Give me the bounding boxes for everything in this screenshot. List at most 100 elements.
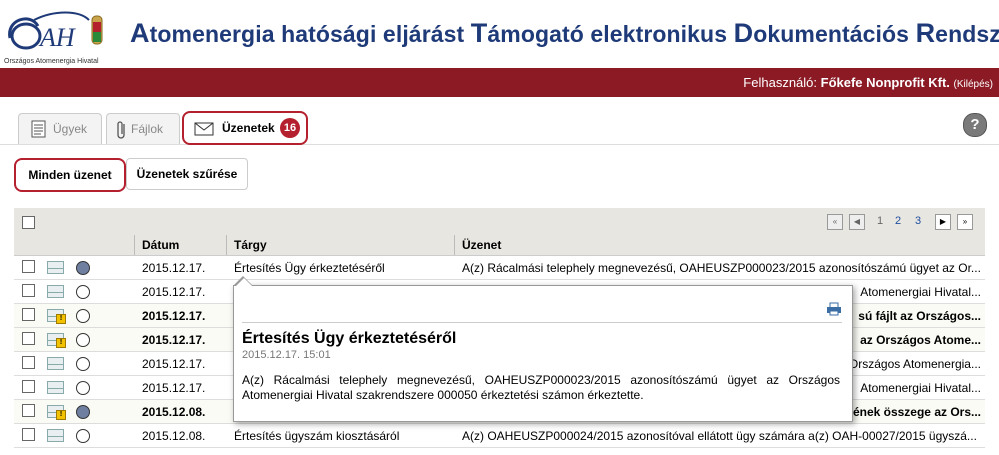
- status-dot-icon[interactable]: [76, 381, 90, 395]
- envelope-warning-icon: !: [47, 333, 66, 348]
- envelope-icon: [47, 429, 64, 442]
- table-header: Dátum Tárgy Üzenet: [14, 235, 985, 256]
- row-subject: Értesítés ügyszám kiosztásáról: [234, 429, 400, 443]
- envelope-flap: [48, 358, 63, 365]
- popup-arrow-inner: [235, 278, 253, 287]
- status-dot-icon[interactable]: [76, 309, 90, 323]
- row-date: 2015.12.17.: [142, 261, 206, 275]
- user-name: Főkefe Nonprofit Kft.: [820, 75, 950, 90]
- col-sep: [226, 235, 227, 255]
- envelope-icon: [47, 381, 64, 394]
- warning-icon: !: [56, 338, 66, 348]
- filter-messages-label: Üzenetek szűrése: [136, 167, 238, 181]
- row-message: A(z) Rácalmási telephely megnevezésű, OA…: [462, 261, 981, 275]
- help-button[interactable]: ?: [963, 113, 987, 137]
- warning-icon: !: [56, 410, 66, 420]
- logo-subtitle: Országos Atomenergia Hivatal: [4, 58, 99, 65]
- row-checkbox[interactable]: [22, 308, 35, 321]
- row-checkbox[interactable]: [22, 332, 35, 345]
- svg-text:AH: AH: [38, 23, 76, 52]
- status-dot-icon[interactable]: [76, 429, 90, 443]
- row-date: 2015.12.08.: [142, 429, 206, 443]
- app-title: Atomenergia hatósági eljárást Támogató e…: [130, 18, 999, 49]
- message-preview-popup: Értesítés Ügy érkeztetéséről 2015.12.17.…: [233, 276, 853, 422]
- col-sep: [134, 235, 135, 255]
- envelope-icon: [47, 261, 64, 274]
- app-header: AH Országos Atomenergia Hivatal Atomener…: [0, 0, 999, 68]
- row-date: 2015.12.17.: [142, 285, 206, 299]
- col-date[interactable]: Dátum: [142, 238, 179, 252]
- prev-page-icon[interactable]: ◀: [849, 214, 865, 230]
- row-date: 2015.12.17.: [142, 333, 206, 347]
- col-subject[interactable]: Tárgy: [234, 238, 267, 252]
- tab-cases[interactable]: Ügyek: [18, 113, 102, 144]
- envelope-warning-icon: !: [47, 405, 66, 420]
- title-rest-4: endszer: [935, 21, 999, 47]
- row-checkbox[interactable]: [22, 260, 35, 273]
- popup-divider: [242, 322, 842, 323]
- oah-logo: AH Országos Atomenergia Hivatal: [4, 8, 114, 65]
- col-message[interactable]: Üzenet: [462, 238, 501, 252]
- title-cap-4: R: [915, 18, 936, 48]
- pagination: « ◀ 1 2 3 ▶ »: [827, 214, 977, 230]
- user-bar: Felhasználó: Főkefe Nonprofit Kft. (Kilé…: [0, 68, 999, 97]
- document-icon: [31, 120, 46, 138]
- select-all-checkbox[interactable]: [22, 216, 35, 229]
- filter-messages-button[interactable]: Üzenetek szűrése: [126, 158, 248, 190]
- status-dot-icon[interactable]: [76, 261, 90, 275]
- envelope-flap: [48, 430, 63, 437]
- tab-messages[interactable]: Üzenetek 16: [182, 111, 308, 145]
- title-rest-3: okumentációs: [753, 21, 916, 47]
- envelope-warning-icon: !: [47, 309, 66, 324]
- envelope-icon: [194, 122, 214, 136]
- tab-messages-label: Üzenetek: [222, 121, 275, 135]
- all-messages-label: Minden üzenet: [28, 168, 112, 182]
- all-messages-button[interactable]: Minden üzenet: [14, 158, 126, 192]
- envelope-flap: [48, 262, 63, 269]
- table-row[interactable]: 2015.12.17. Értesítés Ügy érkeztetéséről A…: [14, 256, 985, 280]
- status-dot-icon[interactable]: [76, 357, 90, 371]
- user-info: Felhasználó: Főkefe Nonprofit Kft. (Kilé…: [743, 75, 993, 90]
- status-dot-icon[interactable]: [76, 405, 90, 419]
- title-cap-1: A: [130, 18, 150, 48]
- row-checkbox[interactable]: [22, 356, 35, 369]
- last-page-icon[interactable]: »: [957, 214, 973, 230]
- envelope-flap: [48, 286, 63, 293]
- print-icon[interactable]: [826, 302, 842, 316]
- row-date: 2015.12.17.: [142, 381, 206, 395]
- user-label: Felhasználó:: [743, 75, 818, 90]
- page-2[interactable]: 2: [895, 215, 901, 227]
- row-checkbox[interactable]: [22, 380, 35, 393]
- envelope-flap: [48, 382, 63, 389]
- row-message: A(z) OAHEUSZP000024/2015 azonosítóval el…: [462, 429, 977, 443]
- title-rest-1: tomenergia hatósági eljárást: [149, 21, 471, 47]
- title-cap-3: D: [733, 18, 754, 48]
- warning-icon: !: [56, 314, 66, 324]
- paperclip-icon: [117, 121, 125, 139]
- page-1[interactable]: 1: [877, 215, 883, 227]
- tab-files-label: Fájlok: [131, 122, 164, 136]
- first-page-icon[interactable]: «: [827, 214, 843, 230]
- status-dot-icon[interactable]: [76, 285, 90, 299]
- unread-count-badge: 16: [280, 118, 300, 138]
- page-3[interactable]: 3: [915, 215, 921, 227]
- popup-datetime: 2015.12.17. 15:01: [242, 349, 331, 361]
- status-dot-icon[interactable]: [76, 333, 90, 347]
- logout-link[interactable]: (Kilépés): [954, 79, 993, 90]
- row-checkbox[interactable]: [22, 404, 35, 417]
- row-checkbox[interactable]: [22, 428, 35, 441]
- tab-divider: [0, 144, 999, 145]
- col-sep: [454, 235, 455, 255]
- title-rest-2: ámogató elektronikus: [487, 21, 734, 47]
- tab-files[interactable]: Fájlok: [106, 113, 180, 144]
- next-page-icon[interactable]: ▶: [935, 214, 951, 230]
- envelope-icon: [47, 285, 64, 298]
- row-date: 2015.12.17.: [142, 309, 206, 323]
- popup-title: Értesítés Ügy érkeztetéséről: [242, 330, 457, 347]
- grid-toolbar: « ◀ 1 2 3 ▶ »: [14, 208, 985, 236]
- table-row[interactable]: 2015.12.08. Értesítés ügyszám kiosztásáró…: [14, 424, 985, 448]
- row-subject: Értesítés Ügy érkeztetéséről: [234, 261, 385, 275]
- popup-body: A(z) Rácalmási telephely megnevezésű, OA…: [242, 373, 840, 402]
- row-date: 2015.12.08.: [142, 405, 206, 419]
- row-checkbox[interactable]: [22, 284, 35, 297]
